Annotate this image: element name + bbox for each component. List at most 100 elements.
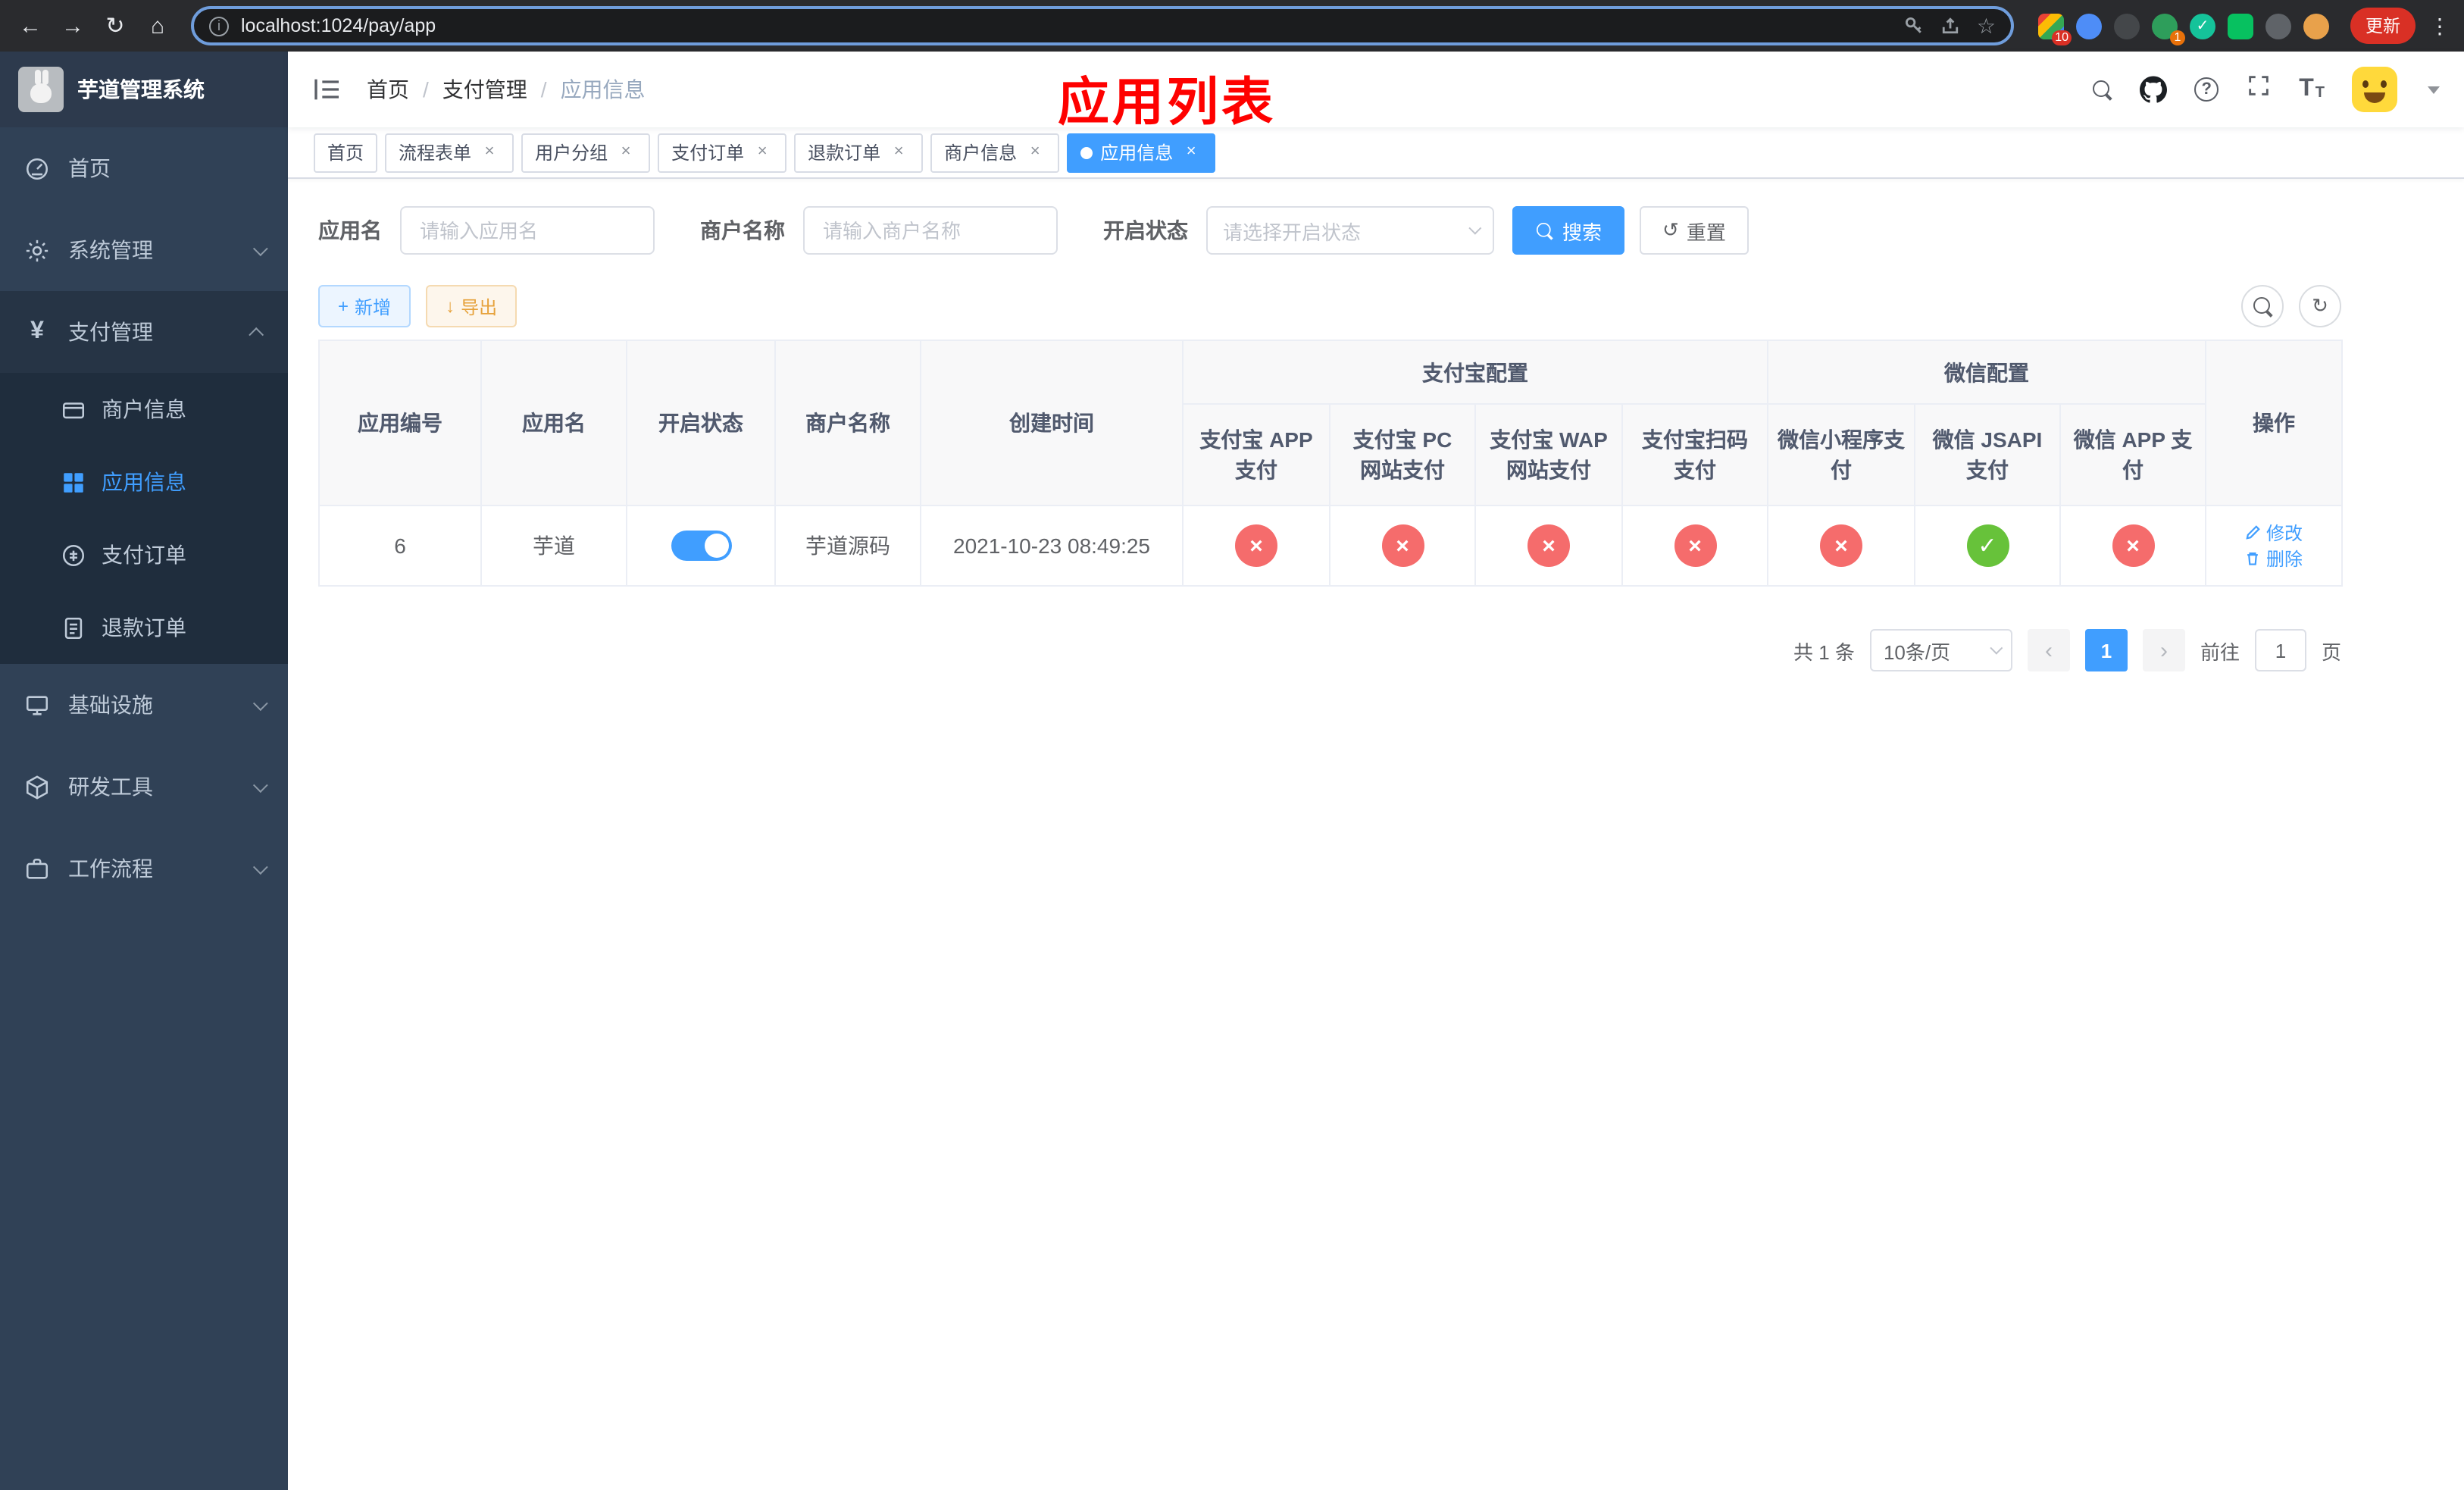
sidebar-item-pay-order[interactable]: 支付订单 xyxy=(0,518,288,591)
col-wx-app: 微信 APP 支付 xyxy=(2059,403,2206,506)
sidebar-item-system[interactable]: 系统管理 xyxy=(0,209,288,291)
close-icon[interactable]: × xyxy=(752,142,773,163)
back-button[interactable]: ← xyxy=(12,8,48,44)
sidebar-item-label: 退款订单 xyxy=(102,615,186,640)
tab-merchant-info[interactable]: 商户信息 × xyxy=(930,133,1060,172)
add-button[interactable]: + 新增 xyxy=(318,285,411,327)
export-button[interactable]: ↓ 导出 xyxy=(426,285,518,327)
extension-icon-3[interactable] xyxy=(2114,13,2140,39)
reset-icon: ↺ xyxy=(1662,218,1679,241)
cell-wx-app: × xyxy=(2059,505,2206,587)
app-name-input[interactable] xyxy=(400,206,655,255)
cell-wx-mini: × xyxy=(1767,505,1915,587)
tab-user-group[interactable]: 用户分组 × xyxy=(521,133,651,172)
table-row: 6 芋道 芋道源码 2021-10-23 08:49:25 × × × × × … xyxy=(318,505,2343,587)
sidebar-item-label: 基础设施 xyxy=(68,693,153,717)
edit-link[interactable]: 修改 xyxy=(2245,520,2303,546)
breadcrumb-home[interactable]: 首页 xyxy=(367,74,409,105)
avatar-caret-icon[interactable] xyxy=(2428,86,2440,93)
download-icon: ↓ xyxy=(446,296,455,317)
font-size-small: T xyxy=(2315,85,2325,102)
sidebar-item-payment[interactable]: ¥ 支付管理 xyxy=(0,291,288,373)
group-alipay-config: 支付宝配置 xyxy=(1182,340,1768,405)
tab-refund-order[interactable]: 退款订单 × xyxy=(794,133,924,172)
close-icon[interactable]: × xyxy=(888,142,909,163)
collapse-sidebar-icon[interactable] xyxy=(312,74,342,105)
chevron-down-icon xyxy=(252,777,268,793)
password-key-icon[interactable] xyxy=(1904,15,1925,36)
github-icon[interactable] xyxy=(2140,76,2168,103)
chevron-down-icon xyxy=(252,240,268,256)
extension-icon-4[interactable]: 1 xyxy=(2152,13,2185,45)
tab-home[interactable]: 首页 xyxy=(314,133,378,172)
bookmark-star-icon[interactable]: ☆ xyxy=(1977,13,1996,39)
user-avatar[interactable] xyxy=(2352,67,2397,112)
refresh-button[interactable]: ↻ xyxy=(2299,285,2341,327)
forward-button[interactable]: → xyxy=(55,8,91,44)
app-logo-row[interactable]: 芋道管理系统 xyxy=(0,52,288,127)
font-size-icon[interactable]: TT xyxy=(2299,77,2325,102)
extension-icon-2[interactable] xyxy=(2076,13,2102,39)
tab-app-info[interactable]: 应用信息 × xyxy=(1067,133,1216,172)
sidebar-item-workflow[interactable]: 工作流程 xyxy=(0,828,288,909)
search-button[interactable]: 搜索 xyxy=(1512,206,1625,255)
home-button[interactable]: ⌂ xyxy=(139,8,176,44)
page-number-1[interactable]: 1 xyxy=(2084,629,2128,671)
col-alipay-wap: 支付宝 WAP 网站支付 xyxy=(1474,403,1623,506)
breadcrumb-payment[interactable]: 支付管理 xyxy=(442,74,527,105)
extensions-area: 10 1 ✓ xyxy=(2038,13,2329,45)
tab-pay-order[interactable]: 支付订单 × xyxy=(658,133,787,172)
tab-label: 首页 xyxy=(327,142,364,164)
extension-icon-8[interactable] xyxy=(2303,13,2329,39)
close-icon[interactable]: × xyxy=(615,142,636,163)
extension-icon-7[interactable] xyxy=(2265,13,2291,39)
sidebar-item-home[interactable]: 首页 xyxy=(0,127,288,209)
tab-process-form[interactable]: 流程表单 × xyxy=(385,133,514,172)
extension-icon-6[interactable] xyxy=(2228,13,2253,39)
sidebar-item-refund-order[interactable]: 退款订单 xyxy=(0,591,288,664)
sidebar-item-devtools[interactable]: 研发工具 xyxy=(0,746,288,828)
cell-app-name: 芋道 xyxy=(480,505,627,587)
help-icon[interactable]: ? xyxy=(2194,77,2219,102)
delete-link[interactable]: 删除 xyxy=(2245,546,2303,571)
chevron-down-icon xyxy=(252,859,268,875)
chrome-update-button[interactable]: 更新 xyxy=(2350,8,2416,44)
extension-badge: 10 xyxy=(2052,30,2072,45)
main-area: 应用列表 首页 / 支付管理 / 应用信息 ? T T 首页 流程表单 × 用户… xyxy=(288,52,2464,1490)
reload-button[interactable]: ↻ xyxy=(97,8,133,44)
extension-icon-5[interactable]: ✓ xyxy=(2190,13,2215,39)
extension-icon-1[interactable]: 10 xyxy=(2038,13,2072,45)
prev-page-button[interactable]: ‹ xyxy=(2027,629,2070,671)
group-wechat-config: 微信配置 xyxy=(1767,340,2206,405)
credit-card-icon xyxy=(62,402,85,418)
search-icon[interactable] xyxy=(2093,80,2112,99)
check-icon: ✓ xyxy=(2196,17,2209,34)
status-toggle[interactable] xyxy=(671,531,731,561)
browser-menu-icon[interactable]: ⋮ xyxy=(2428,13,2452,39)
extension-avatar-badge: 1 xyxy=(2170,30,2185,45)
next-page-button[interactable]: › xyxy=(2142,629,2185,671)
merchant-name-label: 商户名称 xyxy=(700,218,785,243)
sidebar-item-merchant-info[interactable]: 商户信息 xyxy=(0,373,288,446)
page-size-select[interactable]: 10条/页 xyxy=(1869,629,2012,671)
yen-icon: ¥ xyxy=(30,318,44,344)
fullscreen-icon[interactable] xyxy=(2246,73,2272,106)
merchant-name-input[interactable] xyxy=(803,206,1058,255)
close-icon[interactable]: × xyxy=(1180,142,1202,163)
reset-button[interactable]: ↺ 重置 xyxy=(1640,206,1749,255)
close-icon[interactable]: × xyxy=(479,142,500,163)
site-info-icon[interactable]: i xyxy=(209,16,229,36)
sidebar-item-app-info[interactable]: 应用信息 xyxy=(0,446,288,518)
close-icon[interactable]: × xyxy=(1024,142,1046,163)
app-table: 应用编号 应用名 开启状态 商户名称 创建时间 支付宝配置 微信配置 操作 支付… xyxy=(318,340,2343,587)
goto-page-input[interactable] xyxy=(2254,629,2306,671)
navbar: 首页 / 支付管理 / 应用信息 ? TT xyxy=(288,52,2464,127)
cell-alipay-wap: × xyxy=(1474,505,1623,587)
toggle-search-button[interactable] xyxy=(2241,285,2284,327)
sidebar-item-infrastructure[interactable]: 基础设施 xyxy=(0,664,288,746)
goto-label: 前往 xyxy=(2200,640,2240,663)
status-select[interactable]: 请选择开启状态 xyxy=(1206,206,1494,255)
address-bar[interactable]: i localhost:1024/pay/app ☆ xyxy=(191,6,2014,45)
table-toolbar: + 新增 ↓ 导出 ↻ xyxy=(318,285,2341,327)
share-icon[interactable] xyxy=(1940,15,1962,36)
